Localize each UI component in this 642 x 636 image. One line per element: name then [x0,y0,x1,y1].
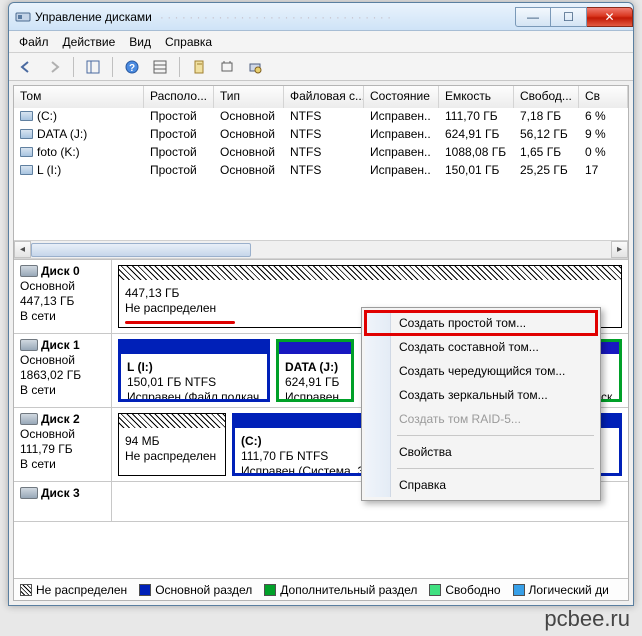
partition-primary[interactable]: DATA (J:) 624,91 ГБ Исправен [276,339,354,402]
disk-icon [20,265,38,277]
ctx-create-mirror[interactable]: Создать зеркальный том... [365,383,597,407]
scroll-track[interactable] [31,242,611,258]
scroll-thumb[interactable] [31,243,251,257]
maximize-button[interactable]: ☐ [551,7,587,27]
menu-help[interactable]: Справка [165,35,212,49]
layout-button[interactable] [82,56,104,78]
ctx-create-simple[interactable]: Создать простой том... [365,311,597,335]
drive-icon [20,147,33,157]
context-menu: Создать простой том... Создать составной… [361,307,601,501]
disk-icon [20,339,38,351]
legend-logical: Логический ди [513,583,609,597]
ctx-create-spanned[interactable]: Создать составной том... [365,335,597,359]
col-free[interactable]: Свобод... [514,86,579,108]
disk-icon [20,413,38,425]
table-row[interactable]: L (I:)ПростойОсновнойNTFSИсправен..150,0… [14,162,628,180]
settings-button[interactable] [216,56,238,78]
menubar: Файл Действие Вид Справка [9,31,633,53]
highlight-underline [125,321,235,324]
col-layout[interactable]: Располо... [144,86,214,108]
menu-action[interactable]: Действие [63,35,116,49]
table-row[interactable]: (C:)ПростойОсновнойNTFSИсправен..111,70 … [14,108,628,126]
table-row[interactable]: DATA (J:)ПростойОсновнойNTFSИсправен..62… [14,126,628,144]
col-type[interactable]: Тип [214,86,284,108]
ctx-separator [397,468,594,469]
action-button[interactable] [244,56,266,78]
disk-header[interactable]: Диск 0 Основной 447,13 ГБ В сети [14,260,112,333]
drive-icon [20,129,33,139]
titlebar[interactable]: Управление дисками · · · · · · · · · · ·… [9,3,633,31]
partition-unallocated[interactable]: 94 МБ Не распределен [118,413,226,476]
disk-header[interactable]: Диск 2 Основной 111,79 ГБ В сети [14,408,112,481]
disk-header[interactable]: Диск 3 [14,482,112,521]
table-header-row: Том Располо... Тип Файловая с... Состоян… [14,86,628,108]
col-volume[interactable]: Том [14,86,144,108]
svg-text:?: ? [129,63,135,74]
table-row[interactable]: foto (K:)ПростойОсновнойNTFSИсправен..10… [14,144,628,162]
details-button[interactable] [149,56,171,78]
partition-primary[interactable]: L (I:) 150,01 ГБ NTFS Исправен (Файл под… [118,339,270,402]
legend-primary: Основной раздел [139,583,252,597]
ctx-separator [397,435,594,436]
drive-icon [20,165,33,175]
help-button[interactable]: ? [121,56,143,78]
col-capacity[interactable]: Емкость [439,86,514,108]
toolbar-separator [179,57,180,77]
disk-icon [20,487,38,499]
disk-header[interactable]: Диск 1 Основной 1863,02 ГБ В сети [14,334,112,407]
scroll-right-icon[interactable]: ▸ [611,241,628,258]
ctx-properties[interactable]: Свойства [365,440,597,464]
ctx-help[interactable]: Справка [365,473,597,497]
watermark-site: pcbee.ru [544,606,630,632]
legend: Не распределен Основной раздел Дополните… [14,578,628,600]
back-button[interactable] [15,56,37,78]
toolbar-separator [73,57,74,77]
legend-extended: Дополнительный раздел [264,583,417,597]
ctx-create-striped[interactable]: Создать чередующийся том... [365,359,597,383]
toolbar-separator [112,57,113,77]
legend-free: Свободно [429,583,500,597]
window-title: Управление дисками [35,10,152,24]
volume-table: Том Располо... Тип Файловая с... Состоян… [14,86,628,259]
ctx-create-raid5: Создать том RAID-5... [365,407,597,431]
col-state[interactable]: Состояние [364,86,439,108]
menu-view[interactable]: Вид [129,35,151,49]
col-fs[interactable]: Файловая с... [284,86,364,108]
minimize-button[interactable]: — [515,7,551,27]
titlebar-artifact: · · · · · · · · · · · · · · · · · · · · … [160,10,391,24]
hscrollbar[interactable]: ◂ ▸ [14,240,628,258]
forward-button[interactable] [43,56,65,78]
window-frame: Управление дисками · · · · · · · · · · ·… [8,2,634,606]
menu-file[interactable]: Файл [19,35,49,49]
legend-unallocated: Не распределен [20,583,127,597]
refresh-button[interactable] [188,56,210,78]
toolbar: ? [9,53,633,81]
scroll-left-icon[interactable]: ◂ [14,241,31,258]
close-button[interactable]: ✕ [587,7,633,27]
drive-icon [20,111,33,121]
app-icon [15,9,31,25]
col-pct[interactable]: Св [579,86,628,108]
